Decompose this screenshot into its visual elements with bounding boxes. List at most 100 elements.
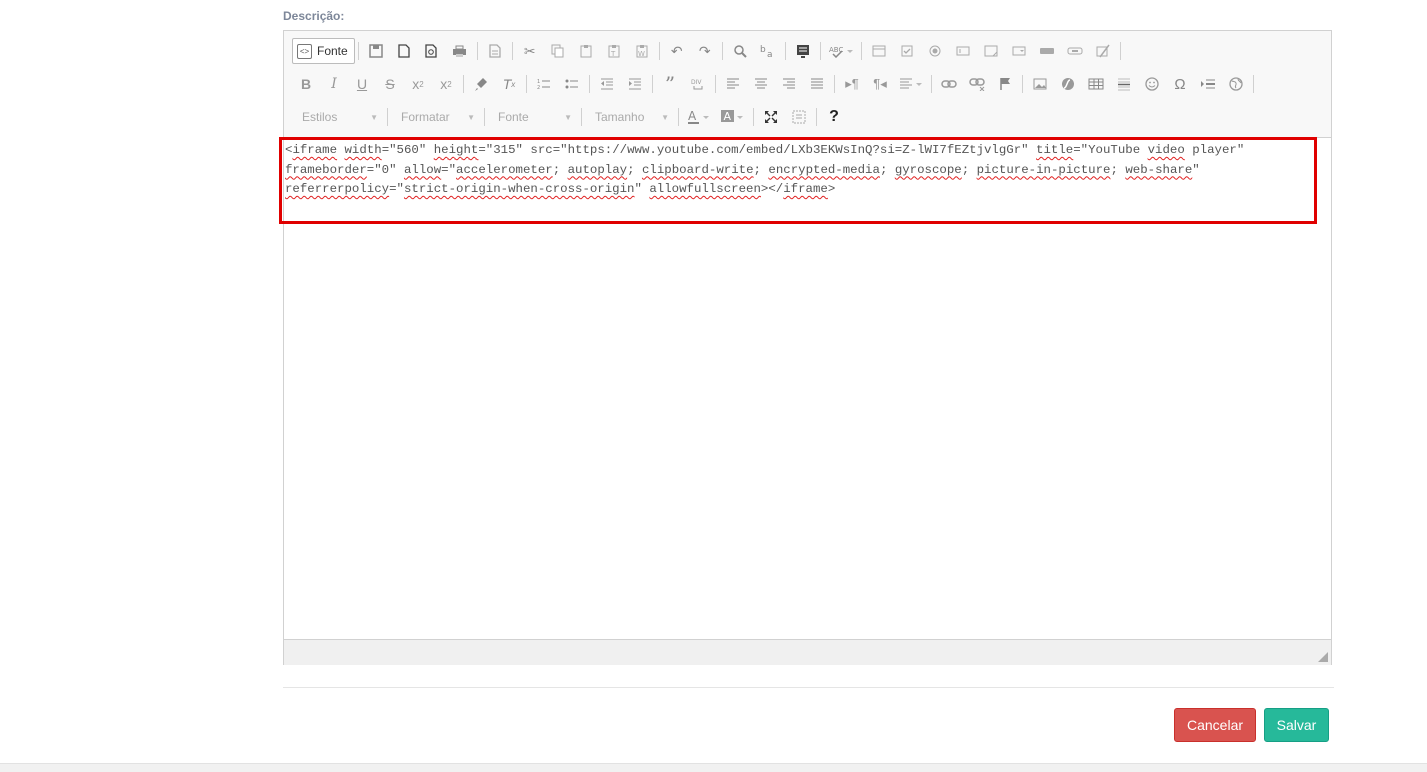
toolbar-separator [581, 108, 582, 126]
toolbar-separator [589, 75, 590, 93]
svg-text:A: A [724, 110, 732, 123]
toolbar-separator [1119, 42, 1121, 60]
highlight-box [279, 137, 1317, 224]
toolbar-separator [658, 42, 660, 60]
page-break-icon[interactable] [1194, 71, 1222, 97]
description-label: Descrição: [283, 9, 345, 23]
bulleted-list-icon[interactable] [558, 71, 586, 97]
hidden-field-icon[interactable] [1089, 38, 1117, 64]
superscript-icon[interactable]: x2 [432, 71, 460, 97]
outdent-icon[interactable] [593, 71, 621, 97]
copy-icon[interactable] [544, 38, 572, 64]
numbered-list-icon[interactable]: 12 [530, 71, 558, 97]
toolbar-separator [652, 75, 653, 93]
form-icon[interactable] [865, 38, 893, 64]
svg-text:2: 2 [537, 85, 540, 90]
underline-icon[interactable]: U [348, 71, 376, 97]
chevron-down-icon: ▼ [467, 112, 475, 122]
table-icon[interactable] [1082, 71, 1110, 97]
source-code-icon: <> [297, 43, 312, 59]
horizontal-rule-icon[interactable] [1110, 71, 1138, 97]
remove-format-icon[interactable]: Tx [495, 71, 523, 97]
align-left-icon[interactable] [719, 71, 747, 97]
find-icon[interactable] [726, 38, 754, 64]
cancel-button[interactable]: Cancelar [1174, 708, 1256, 742]
background-color-icon[interactable]: A [716, 104, 750, 130]
templates-icon[interactable] [481, 38, 509, 64]
save-icon[interactable] [362, 38, 390, 64]
italic-icon[interactable]: I [320, 71, 348, 97]
strike-icon[interactable]: S [376, 71, 404, 97]
align-center-icon[interactable] [747, 71, 775, 97]
checkbox-icon[interactable] [893, 38, 921, 64]
cut-icon[interactable]: ✂ [516, 38, 544, 64]
align-right-icon[interactable] [775, 71, 803, 97]
subscript-icon[interactable]: x2 [404, 71, 432, 97]
text-direction-rtl-icon[interactable]: ¶◂ [866, 71, 894, 97]
anchor-flag-icon[interactable] [991, 71, 1019, 97]
svg-text:b: b [760, 45, 766, 55]
toolbar-separator [721, 42, 723, 60]
styles-combo-label: Estilos [302, 110, 338, 124]
text-field-icon[interactable] [949, 38, 977, 64]
bold-icon[interactable]: B [292, 71, 320, 97]
create-div-icon[interactable]: DIV [684, 71, 712, 97]
copy-format-icon[interactable] [467, 71, 495, 97]
toolbar-separator [834, 75, 835, 93]
toolbar-separator [678, 108, 679, 126]
special-char-icon[interactable]: Ω [1166, 71, 1194, 97]
text-color-icon[interactable]: A [682, 104, 716, 130]
styles-combo[interactable]: Estilos ▼ [292, 106, 384, 128]
save-button[interactable]: Salvar [1264, 708, 1329, 742]
toolbar-row-3: Estilos ▼ Formatar ▼ Fonte ▼ Tamanho ▼ A… [292, 103, 848, 131]
toolbar-separator [511, 42, 513, 60]
size-combo[interactable]: Tamanho ▼ [585, 106, 675, 128]
toolbar-separator [1022, 75, 1023, 93]
svg-text:a: a [767, 50, 773, 58]
link-icon[interactable] [935, 71, 963, 97]
maximize-icon[interactable] [757, 104, 785, 130]
indent-icon[interactable] [621, 71, 649, 97]
show-blocks-icon[interactable] [785, 104, 813, 130]
print-icon[interactable] [446, 38, 474, 64]
toolbar-separator [387, 108, 388, 126]
preview-icon[interactable] [418, 38, 446, 64]
toolbar-separator [357, 42, 359, 60]
format-combo[interactable]: Formatar ▼ [391, 106, 481, 128]
text-direction-ltr-icon[interactable]: ▸¶ [838, 71, 866, 97]
blockquote-icon[interactable]: ” [656, 71, 684, 97]
textarea-icon[interactable] [977, 38, 1005, 64]
smiley-icon[interactable] [1138, 71, 1166, 97]
iframe-globe-icon[interactable] [1222, 71, 1250, 97]
select-all-icon[interactable] [789, 38, 817, 64]
paste-word-icon[interactable]: W [628, 38, 656, 64]
paste-icon[interactable] [572, 38, 600, 64]
radio-icon[interactable] [921, 38, 949, 64]
svg-text:W: W [638, 50, 645, 58]
button-field-icon[interactable] [1033, 38, 1061, 64]
justify-icon[interactable] [803, 71, 831, 97]
toolbar-row-2: B I U S x2 x2 Tx 12 ” DIV ▸¶ ¶◂ Ω [292, 70, 1257, 98]
chevron-down-icon: ▼ [564, 112, 572, 122]
chevron-down-icon: ▼ [661, 112, 669, 122]
paste-text-icon[interactable]: T [600, 38, 628, 64]
redo-icon[interactable]: ↷ [691, 38, 719, 64]
replace-icon[interactable]: ba [754, 38, 782, 64]
unlink-icon[interactable] [963, 71, 991, 97]
help-icon[interactable]: ? [820, 104, 848, 130]
flash-icon[interactable] [1054, 71, 1082, 97]
toolbar-separator [476, 42, 478, 60]
toolbar-row-1: <> Fonte ✂ T W ↶ ↷ ba ABC [292, 37, 1124, 65]
image-button-icon[interactable] [1061, 38, 1089, 64]
chevron-down-icon: ▼ [370, 112, 378, 122]
font-combo[interactable]: Fonte ▼ [488, 106, 578, 128]
svg-text:ABC: ABC [829, 46, 843, 54]
image-icon[interactable] [1026, 71, 1054, 97]
resize-handle-icon[interactable] [1318, 652, 1328, 662]
source-button[interactable]: <> Fonte [292, 38, 355, 64]
select-field-icon[interactable] [1005, 38, 1033, 64]
language-icon[interactable] [894, 71, 928, 97]
spellcheck-icon[interactable]: ABC [824, 38, 858, 64]
undo-icon[interactable]: ↶ [663, 38, 691, 64]
new-page-icon[interactable] [390, 38, 418, 64]
